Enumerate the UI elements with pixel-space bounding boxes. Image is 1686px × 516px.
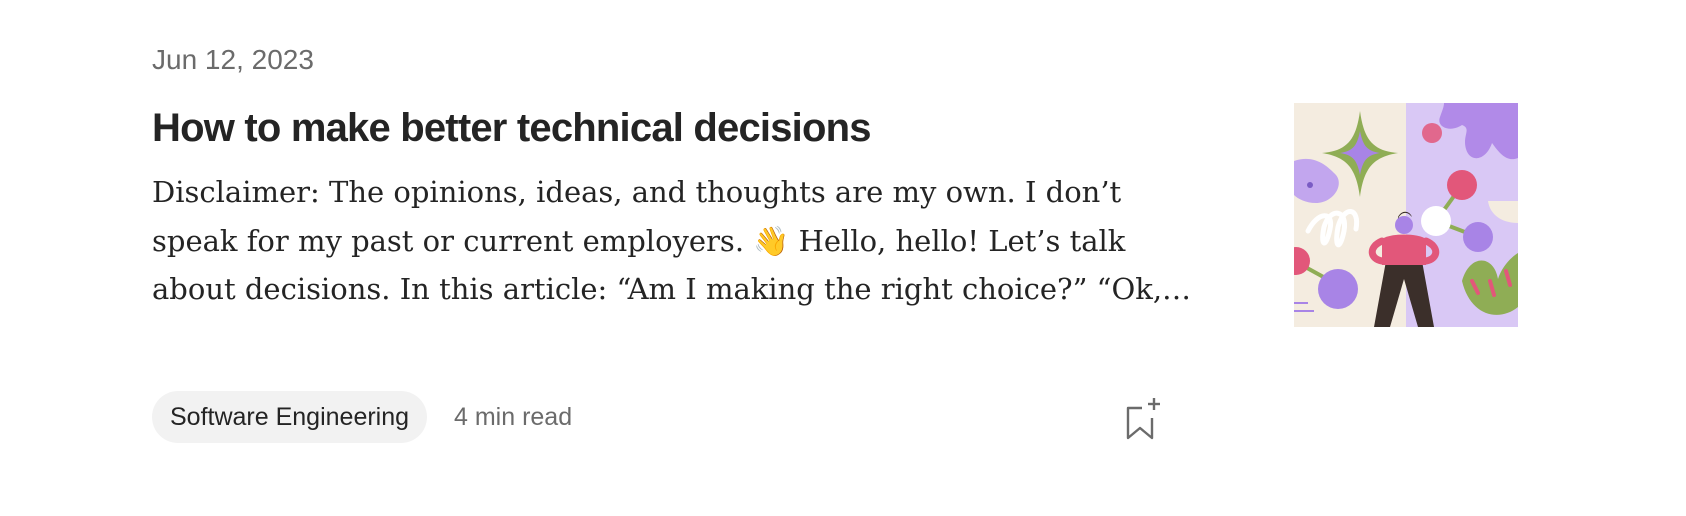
- post-card[interactable]: Jun 12, 2023 How to make better technica…: [152, 40, 1518, 480]
- post-footer: Software Engineering 4 min read: [152, 391, 1168, 445]
- post-excerpt[interactable]: Disclaimer: The opinions, ideas, and tho…: [152, 168, 1192, 314]
- post-thumbnail[interactable]: [1282, 103, 1518, 327]
- post-date: Jun 12, 2023: [152, 44, 314, 75]
- topic-tag[interactable]: Software Engineering: [152, 391, 428, 443]
- read-time: 4 min read: [454, 403, 573, 431]
- post-title[interactable]: How to make better technical decisions: [152, 102, 1192, 154]
- bookmark-add-icon[interactable]: [1116, 394, 1164, 442]
